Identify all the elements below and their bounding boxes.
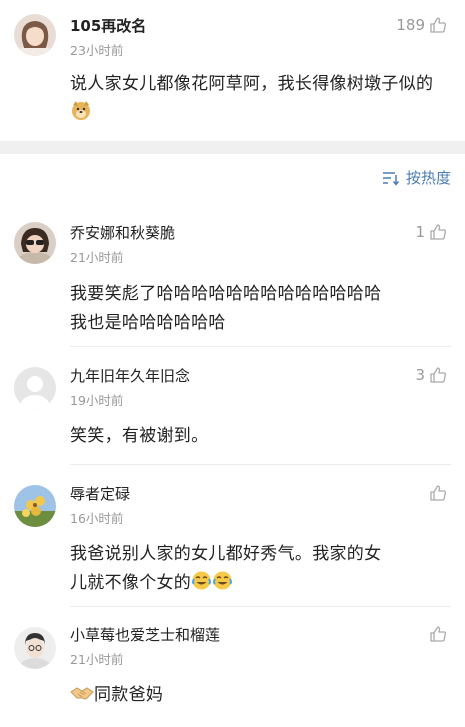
post-text: 说人家女儿都像花阿草阿，我长得像树墩子似的 [70, 70, 445, 131]
sort-bar: 按热度 [0, 154, 465, 204]
comment-timestamp: 21小时前 [70, 250, 124, 265]
avatar[interactable] [14, 14, 56, 56]
sort-icon [382, 171, 400, 186]
comment-username[interactable]: 九年旧年久年旧念 [70, 365, 190, 386]
thumbs-up-icon [430, 17, 446, 33]
comment-text-line: 笑笑，有被谢到。 [70, 426, 209, 446]
thumbs-up-icon [430, 485, 446, 501]
comment-like-count: 1 [415, 223, 425, 241]
post-like-count: 189 [396, 16, 425, 34]
avatar[interactable] [14, 367, 56, 409]
comment-text-line-wrapper: 儿就不像个女的 [70, 569, 450, 601]
laugh-cry-emoji-icon [212, 570, 233, 601]
comment-item: 小草莓也爱芝士和榴莲 21小时前 同款爸妈 [0, 607, 465, 727]
section-divider [0, 141, 465, 154]
post-text-content: 说人家女儿都像花阿草阿，我长得像树墩子似的 [70, 74, 434, 94]
comment-like-count: 3 [415, 366, 425, 384]
handshake-emoji-icon [70, 683, 94, 713]
post-like-button[interactable]: 189 [396, 16, 447, 34]
laugh-cry-emoji-icon [191, 570, 212, 601]
doge-emoji-icon [70, 99, 92, 131]
comment-text: 笑笑，有被谢到。 [70, 422, 450, 451]
comment-item: 九年旧年久年旧念 19小时前 3 笑笑，有被谢到。 [0, 347, 465, 465]
comment-timestamp: 16小时前 [70, 511, 124, 526]
comment-username[interactable]: 小草莓也爱芝士和榴莲 [70, 624, 220, 645]
comment-text-line: 同款爸妈 [94, 685, 164, 705]
comment-like-button[interactable] [425, 484, 447, 502]
comment-timestamp: 21小时前 [70, 652, 124, 667]
comment-like-button[interactable] [425, 625, 447, 643]
thumbs-up-icon [430, 626, 446, 642]
comment-item: 乔安娜和秋葵脆 21小时前 1 我要笑彪了哈哈哈哈哈哈哈哈哈哈哈哈哈 我也是哈哈… [0, 204, 465, 347]
avatar[interactable] [14, 627, 56, 669]
sort-label: 按热度 [405, 169, 451, 187]
post-username[interactable]: 105再改名 [70, 15, 146, 36]
comment-like-button[interactable]: 3 [415, 366, 447, 384]
comment-text: 同款爸妈 [70, 681, 450, 713]
comment-text-line: 我要笑彪了哈哈哈哈哈哈哈哈哈哈哈哈哈 [70, 284, 382, 304]
comment-item: 辱者定碌 16小时前 我爸说别人家的女儿都好秀气。我家的女 儿就不像个女的 [0, 465, 465, 607]
comment-text-line: 儿就不像个女的 [70, 573, 192, 593]
comment-text: 我爸说别人家的女儿都好秀气。我家的女 儿就不像个女的 [70, 540, 450, 601]
comment-text: 我要笑彪了哈哈哈哈哈哈哈哈哈哈哈哈哈 我也是哈哈哈哈哈哈 [70, 280, 450, 338]
comment-username[interactable]: 乔安娜和秋葵脆 [70, 222, 175, 243]
sort-by-hot-button[interactable]: 按热度 [382, 167, 451, 188]
comment-text-line: 我也是哈哈哈哈哈哈 [70, 313, 226, 333]
comment-username[interactable]: 辱者定碌 [70, 483, 130, 504]
thumbs-up-icon [430, 367, 446, 383]
post-timestamp: 23小时前 [70, 43, 124, 58]
avatar[interactable] [14, 485, 56, 527]
comment-text-line: 我爸说别人家的女儿都好秀气。我家的女 [70, 544, 382, 564]
comment-like-button[interactable]: 1 [415, 223, 447, 241]
original-post: 105再改名 23小时前 189 说人家女儿都像花阿草阿，我长得像树墩子似的 [0, 0, 465, 141]
comment-timestamp: 19小时前 [70, 393, 124, 408]
thumbs-up-icon [430, 224, 446, 240]
avatar[interactable] [14, 222, 56, 264]
